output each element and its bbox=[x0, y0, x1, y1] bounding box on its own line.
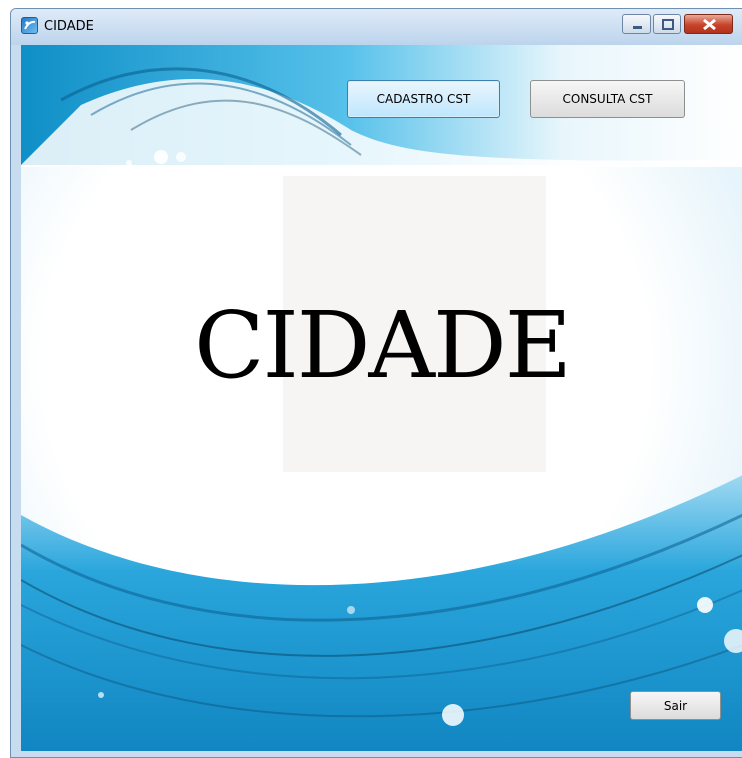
maximize-icon bbox=[662, 19, 674, 30]
window-title: CIDADE bbox=[44, 19, 94, 34]
cadastro-cst-button[interactable]: CADASTRO CST bbox=[347, 80, 500, 118]
minimize-button[interactable] bbox=[622, 14, 651, 34]
consulta-cst-button[interactable]: CONSULTA CST bbox=[530, 80, 685, 118]
minimize-icon bbox=[633, 26, 642, 29]
app-icon bbox=[21, 17, 38, 34]
sair-button[interactable]: Sair bbox=[630, 691, 721, 720]
app-window: CIDADE CIDADE CADASTRO CST CONSULTA CST … bbox=[10, 8, 742, 758]
page-title: CIDADE bbox=[194, 292, 572, 399]
form-client-area: CIDADE CADASTRO CST CONSULTA CST Sair bbox=[21, 45, 742, 751]
close-button[interactable] bbox=[684, 14, 733, 34]
close-icon bbox=[703, 18, 716, 31]
maximize-button[interactable] bbox=[653, 14, 681, 34]
title-bar[interactable]: CIDADE bbox=[11, 9, 742, 45]
